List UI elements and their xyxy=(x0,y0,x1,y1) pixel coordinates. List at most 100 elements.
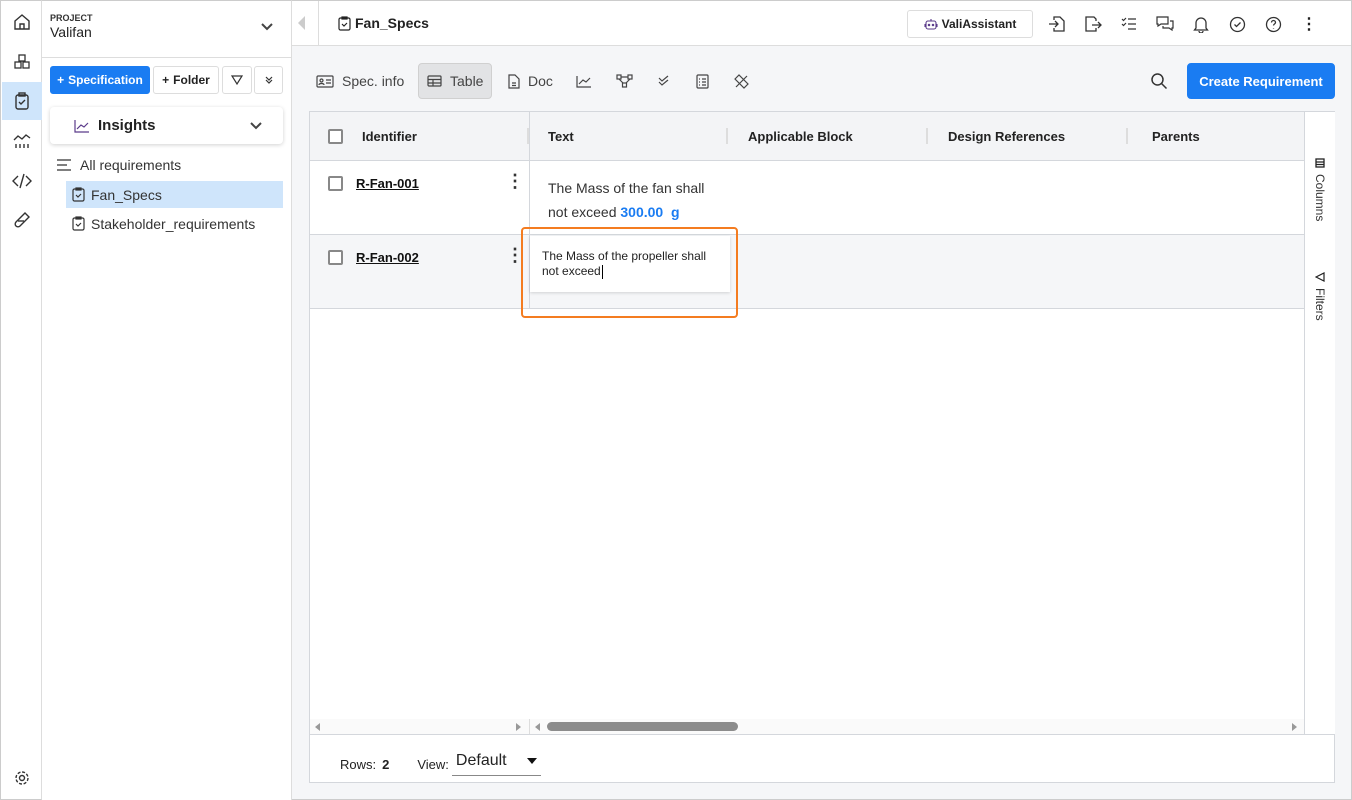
bell-icon[interactable] xyxy=(1190,13,1212,35)
valiassistant-label: ValiAssistant xyxy=(941,17,1017,31)
divider xyxy=(42,57,291,58)
tab-verification[interactable] xyxy=(657,63,671,99)
filter-icon xyxy=(231,75,243,86)
tab-spec-info[interactable]: Spec. info xyxy=(316,63,404,99)
parameter-unit: g xyxy=(671,204,680,220)
tab-design[interactable] xyxy=(734,63,749,99)
requirement-id-link[interactable]: R-Fan-002 xyxy=(356,250,419,265)
filters-panel-toggle[interactable]: Filters xyxy=(1313,272,1327,321)
side-panel: Columns Filters xyxy=(1304,112,1335,734)
table-row[interactable]: R-Fan-002 ⋮ The Mass of the propeller sh… xyxy=(310,227,1304,318)
column-header-parents[interactable]: Parents xyxy=(1128,112,1304,161)
create-requirement-button[interactable]: Create Requirement xyxy=(1187,63,1335,99)
tab-label: Doc xyxy=(528,73,553,89)
network-icon xyxy=(616,74,633,88)
analytics-icon[interactable] xyxy=(2,122,42,160)
double-check-icon xyxy=(658,75,669,86)
columns-panel-toggle[interactable]: Columns xyxy=(1313,158,1327,221)
scroll-left-icon[interactable] xyxy=(315,723,320,731)
tab-checklist[interactable] xyxy=(696,63,709,99)
page-title-text: Fan_Specs xyxy=(355,15,429,31)
tree-item-fan-specs[interactable]: Fan_Specs xyxy=(66,181,283,208)
requirements-table: Identifier Text Applicable Block Design … xyxy=(309,111,1335,783)
parameter-value[interactable]: 300.00 xyxy=(620,204,663,220)
sidebar: PROJECT Valifan + Specification + Folder I… xyxy=(42,0,292,800)
chevron-down-icon[interactable] xyxy=(260,19,274,35)
document-icon xyxy=(508,73,520,89)
column-header-label: Parents xyxy=(1152,128,1200,144)
column-header-identifier[interactable]: Identifier xyxy=(310,112,529,161)
settings-icon[interactable] xyxy=(2,759,42,797)
comments-icon[interactable] xyxy=(1154,13,1176,35)
id-card-icon xyxy=(316,74,334,88)
chart-line-icon xyxy=(74,119,89,133)
scroll-right-icon[interactable] xyxy=(1292,723,1297,731)
tree-item-label: Fan_Specs xyxy=(91,186,162,203)
column-header-label: Identifier xyxy=(362,128,417,144)
select-all-checkbox[interactable] xyxy=(328,129,343,144)
tab-label: Spec. info xyxy=(342,73,405,89)
verified-icon[interactable] xyxy=(1226,13,1248,35)
checklist-icon[interactable] xyxy=(1118,13,1140,35)
blocks-icon[interactable] xyxy=(2,43,42,81)
row-checkbox[interactable] xyxy=(328,250,343,265)
insights-panel[interactable]: Insights xyxy=(50,107,283,144)
valiassistant-button[interactable]: ValiAssistant xyxy=(907,10,1033,38)
filters-label: Filters xyxy=(1313,288,1327,321)
main-area: Fan_Specs ValiAssistant ⋮ Spec. info Tab… xyxy=(292,0,1352,800)
code-icon[interactable] xyxy=(2,162,42,200)
search-icon[interactable] xyxy=(1150,72,1168,93)
scroll-right-icon[interactable] xyxy=(516,723,521,731)
help-icon[interactable] xyxy=(1262,13,1284,35)
table-icon xyxy=(427,75,442,87)
filter-button[interactable] xyxy=(222,66,252,94)
add-specification-button[interactable]: + Specification xyxy=(50,66,150,94)
chevron-down-icon xyxy=(250,121,262,129)
tab-table[interactable]: Table xyxy=(418,63,492,99)
requirement-id-link[interactable]: R-Fan-001 xyxy=(356,176,419,191)
highlight-box xyxy=(521,227,738,318)
requirement-text-cell[interactable]: The Mass of the fan shall not exceed 300… xyxy=(548,176,718,224)
clipboard-check-icon xyxy=(72,216,85,231)
test-tube-icon[interactable] xyxy=(2,201,42,239)
top-bar: Fan_Specs ValiAssistant ⋮ xyxy=(292,1,1351,46)
horizontal-scrollbar[interactable] xyxy=(310,719,1304,734)
tree-item-all-requirements[interactable]: All requirements xyxy=(56,151,181,178)
tab-chart[interactable] xyxy=(576,63,592,99)
more-options-icon[interactable]: ⋮ xyxy=(1298,13,1320,35)
export-icon[interactable] xyxy=(1082,13,1104,35)
tab-label: Table xyxy=(450,73,484,89)
scroll-left-icon[interactable] xyxy=(535,723,540,731)
tab-doc[interactable]: Doc xyxy=(508,63,553,99)
robot-icon xyxy=(924,19,938,30)
column-header-applicable-block[interactable]: Applicable Block xyxy=(728,112,928,161)
view-select[interactable]: Default xyxy=(451,752,541,776)
column-header-design-references[interactable]: Design References xyxy=(928,112,1128,161)
add-folder-button[interactable]: + Folder xyxy=(153,66,219,94)
tree-item-label: All requirements xyxy=(80,156,182,173)
divider xyxy=(318,1,319,46)
filter-icon xyxy=(1315,272,1325,282)
tree-item-stakeholder-requirements[interactable]: Stakeholder_requirements xyxy=(66,210,255,237)
row-checkbox[interactable] xyxy=(328,176,343,191)
tab-diagram[interactable] xyxy=(616,63,633,99)
columns-label: Columns xyxy=(1313,174,1327,222)
home-icon[interactable] xyxy=(2,3,42,41)
plus-icon: + xyxy=(57,73,65,87)
collapse-sidebar-icon[interactable] xyxy=(298,16,306,33)
project-label: PROJECT xyxy=(50,13,93,23)
requirements-icon[interactable] xyxy=(2,82,42,120)
project-name[interactable]: Valifan xyxy=(50,24,92,40)
page-title: Fan_Specs xyxy=(338,15,429,31)
rows-label: Rows: xyxy=(340,756,377,772)
scrollbar-thumb[interactable] xyxy=(547,722,738,731)
column-header-text[interactable]: Text xyxy=(529,112,728,161)
collapse-all-button[interactable] xyxy=(254,66,283,94)
column-header-label: Design References xyxy=(948,128,1066,144)
chevrons-down-icon xyxy=(265,76,272,84)
add-folder-label: Folder xyxy=(173,73,210,87)
import-icon[interactable] xyxy=(1046,13,1068,35)
row-menu-icon[interactable]: ⋮ xyxy=(506,171,524,192)
caret-down-icon xyxy=(526,758,537,764)
table-row[interactable]: R-Fan-001 ⋮ The Mass of the fan shall no… xyxy=(310,161,1304,235)
